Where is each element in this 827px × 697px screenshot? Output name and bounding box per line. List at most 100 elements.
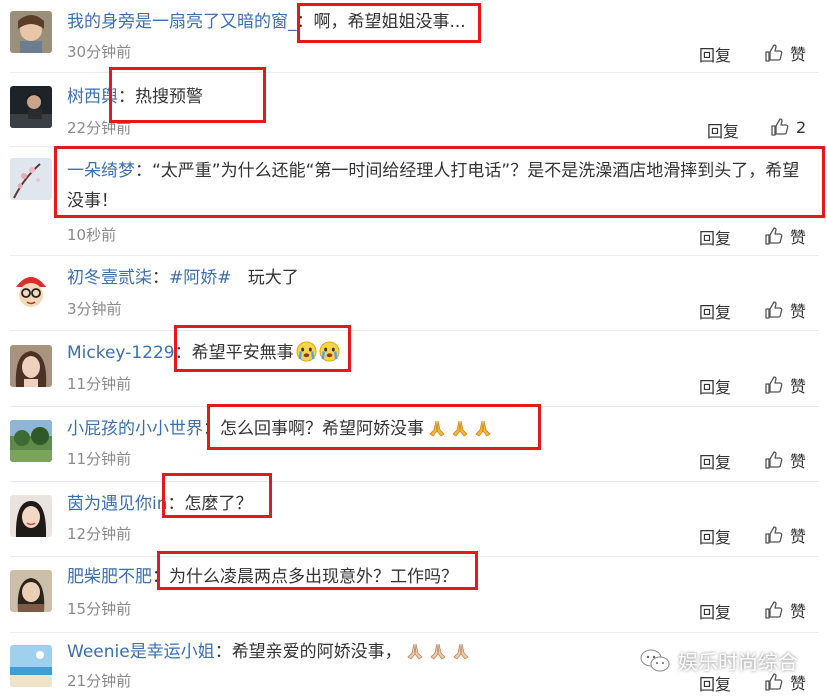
avatar[interactable]: [10, 11, 52, 53]
like-button[interactable]: 赞: [764, 448, 806, 472]
timestamp: 21分钟前: [67, 672, 132, 690]
username-link[interactable]: 肥柴肥不肥: [67, 567, 152, 587]
thumbs-up-icon: [765, 376, 783, 394]
avatar[interactable]: [10, 420, 52, 462]
colon: ：: [152, 567, 169, 587]
reply-button[interactable]: 回复: [699, 449, 731, 473]
timestamp: 10秒前: [67, 226, 117, 244]
comment-text-line: 初冬壹贰柒：#阿娇# 玩大了: [67, 266, 299, 290]
username-link[interactable]: 一朵绮梦: [67, 161, 135, 181]
colon: ：: [152, 268, 169, 288]
comment-text: 为什么凌晨两点多出现意外？工作吗？: [169, 567, 458, 587]
reply-button[interactable]: 回复: [707, 118, 739, 142]
colon: ：: [118, 87, 135, 107]
comment-text-line: Mickey-1229：希望平安無事: [67, 341, 340, 365]
thumbs-up-icon: [765, 673, 783, 691]
comment-item: Mickey-1229：希望平安無事 11分钟前 回复 赞: [0, 331, 827, 407]
colon: ：: [135, 161, 152, 181]
comment-text-line: 茵为遇见你in：怎麼了？: [67, 492, 253, 516]
crying-face-icon: [319, 341, 340, 362]
like-button[interactable]: 2: [770, 117, 806, 137]
colon: ：: [296, 12, 314, 32]
avatar[interactable]: [10, 158, 52, 200]
comment-text-line: 我的身旁是一扇亮了又暗的窗_：啊，希望姐姐没事...: [67, 10, 466, 34]
wechat-icon: [640, 649, 670, 671]
praying-hands-icon: [430, 643, 446, 660]
comment-text: 怎麼了？: [184, 494, 253, 514]
thumbs-up-icon: [765, 451, 783, 469]
like-button[interactable]: 赞: [764, 523, 806, 547]
comment-text: 热搜预警: [135, 87, 203, 107]
like-label: 赞: [790, 228, 807, 247]
comment-text: 希望亲爱的阿娇没事，: [231, 642, 402, 662]
comment-item: 一朵绮梦：“太严重”为什么还能“第一时间给经理人打电话”？是不是洗澡酒店地滑摔到…: [0, 147, 827, 256]
praying-hands-icon: [475, 420, 491, 437]
thumbs-up-icon: [765, 44, 783, 62]
timestamp: 12分钟前: [67, 525, 132, 543]
comment-item: 树西舆：热搜预警 22分钟前 回复 2: [0, 73, 827, 147]
username-link[interactable]: Mickey-1229: [67, 343, 175, 363]
avatar[interactable]: [10, 570, 52, 612]
comment-text-line: 树西舆：热搜预警: [67, 85, 203, 109]
watermark-text: 娱乐时尚综合: [678, 650, 798, 674]
like-button[interactable]: 赞: [764, 598, 806, 622]
like-label: 赞: [790, 302, 807, 321]
like-button[interactable]: 赞: [764, 298, 806, 322]
comment-text: 希望平安無事: [191, 343, 294, 363]
avatar[interactable]: [10, 86, 52, 128]
praying-hands-icon: [407, 643, 423, 660]
avatar[interactable]: [10, 495, 52, 537]
like-label: 赞: [790, 452, 807, 471]
comment-text-line: 肥柴肥不肥：为什么凌晨两点多出现意外？工作吗？: [67, 565, 458, 589]
avatar[interactable]: [10, 269, 52, 311]
reply-button[interactable]: 回复: [699, 42, 731, 66]
reply-button[interactable]: 回复: [699, 599, 731, 623]
praying-hands-icon: [453, 643, 469, 660]
reply-button[interactable]: 回复: [699, 299, 731, 323]
timestamp: 3分钟前: [67, 300, 122, 318]
like-button[interactable]: 赞: [764, 373, 806, 397]
username-link[interactable]: Weenie是幸运小姐: [67, 642, 215, 662]
comment-text-line: Weenie是幸运小姐：希望亲爱的阿娇没事，: [67, 640, 471, 664]
crying-face-icon: [296, 341, 317, 362]
timestamp: 15分钟前: [67, 600, 132, 618]
reply-button[interactable]: 回复: [699, 225, 731, 249]
colon: ：: [174, 343, 192, 363]
comment-text: 玩大了: [247, 268, 299, 288]
thumbs-up-icon: [771, 118, 789, 136]
comment-text: 啊，希望姐姐没事...: [313, 12, 466, 32]
thumbs-up-icon: [765, 301, 783, 319]
reply-button[interactable]: 回复: [699, 374, 731, 398]
praying-hands-icon: [452, 420, 468, 437]
hashtag-link[interactable]: #阿娇#: [169, 268, 232, 288]
thumbs-up-icon: [765, 227, 783, 245]
username-link[interactable]: 初冬壹贰柒: [67, 268, 152, 288]
username-link[interactable]: 树西舆: [67, 87, 118, 107]
comment-item: 我的身旁是一扇亮了又暗的窗_：啊，希望姐姐没事... 30分钟前 回复 赞: [0, 0, 827, 73]
comment-list: 我的身旁是一扇亮了又暗的窗_：啊，希望姐姐没事... 30分钟前 回复 赞 树西…: [0, 0, 827, 697]
avatar[interactable]: [10, 345, 52, 387]
username-link[interactable]: 茵为遇见你in: [67, 494, 168, 514]
timestamp: 11分钟前: [67, 375, 132, 393]
like-count: 2: [796, 117, 807, 137]
like-label: 赞: [790, 527, 807, 546]
timestamp: 11分钟前: [67, 450, 132, 468]
comment-text: 怎么回事啊？希望阿娇没事: [220, 419, 424, 439]
colon: ：: [214, 642, 232, 662]
reply-button[interactable]: 回复: [699, 524, 731, 548]
username-link[interactable]: 小屁孩的小小世界: [67, 419, 203, 439]
like-label: 赞: [790, 45, 807, 64]
watermark: 娱乐时尚综合: [640, 646, 798, 675]
avatar[interactable]: [10, 645, 52, 687]
comment-item: 小屁孩的小小世界：怎么回事啊？希望阿娇没事 11分钟前 回复 赞: [0, 407, 827, 482]
like-button[interactable]: 赞: [764, 224, 806, 248]
comment-text-line: 小屁孩的小小世界：怎么回事啊？希望阿娇没事: [67, 417, 493, 441]
timestamp: 22分钟前: [67, 119, 132, 137]
username-link[interactable]: 我的身旁是一扇亮了又暗的窗_: [67, 12, 297, 32]
like-label: 赞: [790, 377, 807, 396]
like-button[interactable]: 赞: [764, 41, 806, 65]
colon: ：: [203, 419, 220, 439]
comment-item: 初冬壹贰柒：#阿娇# 玩大了 3分钟前 回复 赞: [0, 256, 827, 331]
like-label: 赞: [790, 602, 807, 621]
thumbs-up-icon: [765, 526, 783, 544]
